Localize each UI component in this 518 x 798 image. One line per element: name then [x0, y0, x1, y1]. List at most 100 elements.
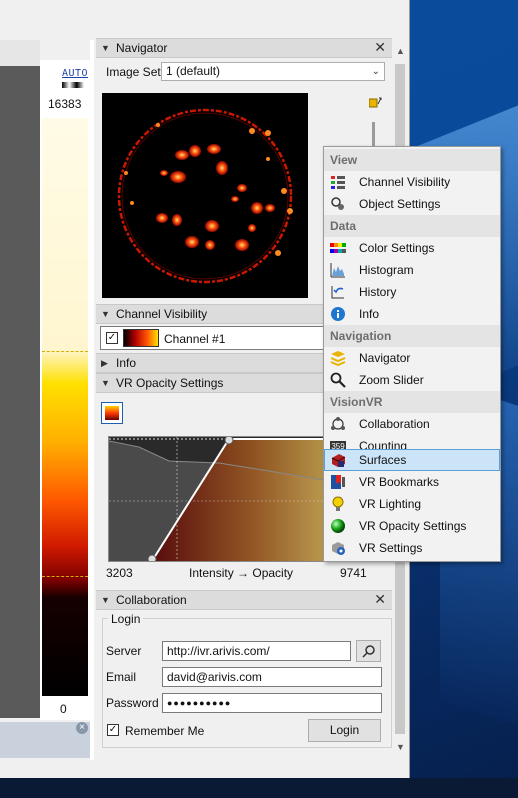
lut-lower-marker[interactable]: [42, 576, 88, 577]
expand-icon[interactable]: ▶: [101, 354, 108, 372]
menu-item-label: Histogram: [359, 263, 414, 277]
menu-item-surfaces[interactable]: Surfaces: [324, 449, 500, 471]
vr-settings-icon: [332, 542, 345, 555]
server-search-button[interactable]: [356, 640, 381, 662]
collaboration-panel-header[interactable]: ▼ Collaboration ✕: [96, 590, 392, 610]
channel-checkbox[interactable]: ✓: [106, 332, 118, 344]
search-icon: [361, 645, 375, 658]
lighting-icon: [332, 496, 344, 511]
panel-title: Info: [116, 356, 137, 370]
email-input[interactable]: david@arivis.com: [162, 667, 382, 687]
server-input[interactable]: http://ivr.arivis.com/: [162, 641, 351, 661]
navigator-panel-header[interactable]: ▼ Navigator ✕: [96, 38, 392, 58]
image-viewport[interactable]: [0, 66, 40, 718]
opacity-axis-label: Intensity → Opacity: [189, 566, 294, 580]
history-icon: [331, 286, 344, 299]
lut-color-bar[interactable]: [42, 118, 88, 696]
info-icon: [331, 307, 345, 321]
collaboration-icon: [331, 417, 345, 430]
collapse-icon[interactable]: ▼: [101, 591, 110, 609]
channel-color-gradient: [123, 329, 159, 347]
viewer-toolbar: [0, 40, 40, 66]
menu-item-navigator[interactable]: Navigator: [324, 347, 500, 369]
lut-gradient-icon: [105, 406, 119, 420]
password-label: Password: [106, 696, 159, 710]
scroll-down-icon[interactable]: ▼: [396, 742, 405, 752]
scroll-up-icon[interactable]: ▲: [396, 46, 405, 56]
close-icon[interactable]: ✕: [374, 590, 386, 608]
menu-item-color-settings[interactable]: Color Settings: [324, 237, 500, 259]
opacity-min-value: 3203: [106, 566, 133, 580]
lut-max-value: 16383: [48, 97, 82, 111]
surfaces-icon: [331, 454, 346, 467]
menu-section-header: Navigation: [324, 325, 500, 347]
menu-item-label: Object Settings: [359, 197, 441, 211]
sync-view-icon[interactable]: [368, 96, 383, 108]
bookmarks-icon: [331, 475, 345, 489]
server-label: Server: [106, 644, 142, 658]
email-label: Email: [106, 670, 137, 684]
menu-item-object-settings[interactable]: Object Settings: [324, 193, 500, 215]
menu-item-label: Channel Visibility: [359, 175, 451, 189]
panel-title: Navigator: [116, 41, 168, 55]
menu-item-vr-bookmarks[interactable]: VR Bookmarks: [324, 471, 500, 493]
histogram-icon: [330, 263, 345, 278]
taskbar: [0, 778, 518, 798]
menu-section-header: Data: [324, 215, 500, 237]
login-button[interactable]: Login: [308, 719, 381, 742]
login-group-label: Login: [108, 612, 144, 626]
menu-item-info[interactable]: Info: [324, 303, 500, 325]
collapse-icon[interactable]: ▼: [101, 39, 110, 57]
lut-upper-marker[interactable]: [42, 351, 88, 352]
image-set-dropdown[interactable]: 1 (default) ⌄: [161, 62, 385, 81]
menu-item-zoom-slider[interactable]: Zoom Slider: [324, 369, 500, 391]
navigator-thumbnail[interactable]: [102, 93, 308, 298]
menu-item-vr-settings[interactable]: VR Settings: [324, 537, 500, 559]
menu-item-label: VR Bookmarks: [359, 475, 440, 489]
channel-name: Channel #1: [164, 332, 226, 346]
auto-gradient-icon: [62, 82, 84, 88]
menu-item-histogram[interactable]: Histogram: [324, 259, 500, 281]
panel-title: Collaboration: [116, 593, 187, 607]
panel-title: VR Opacity Settings: [116, 376, 224, 390]
menu-item-label: Info: [359, 307, 380, 321]
object-settings-icon: [331, 197, 344, 210]
remember-me-label: Remember Me: [125, 724, 205, 738]
menu-item-label: Surfaces: [359, 453, 407, 467]
image-set-value: 1 (default): [166, 64, 221, 78]
menu-item-channel-visibility[interactable]: Channel Visibility: [324, 171, 500, 193]
navigator-icon: [330, 351, 346, 366]
splitter[interactable]: [90, 40, 94, 760]
panel-title: Channel Visibility: [116, 307, 208, 321]
menu-item-collaboration[interactable]: Collaboration: [324, 413, 500, 435]
auto-contrast-button[interactable]: AUTO: [62, 68, 88, 79]
remember-me-checkbox[interactable]: ✓: [107, 724, 119, 736]
cell-image: [117, 108, 293, 284]
menu-section-header: VisionVR: [324, 391, 500, 413]
opacity-max-value: 9741: [340, 566, 367, 580]
menu-item-vr-opacity-settings[interactable]: VR Opacity Settings: [324, 515, 500, 537]
menu-item-label: Collaboration: [359, 417, 430, 431]
close-icon[interactable]: ✕: [374, 38, 386, 56]
lut-min-value: 0: [60, 702, 67, 716]
menu-item-vr-lighting[interactable]: VR Lighting: [324, 493, 500, 515]
menu-item-label: Zoom Slider: [359, 373, 424, 387]
channel-visibility-icon: [331, 176, 345, 189]
opacity-icon: [331, 519, 345, 533]
menu-item-label: VR Settings: [359, 541, 423, 555]
menu-item-label: Navigator: [359, 351, 411, 365]
collapse-icon[interactable]: ▼: [101, 374, 110, 392]
image-set-label: Image Set:: [106, 65, 165, 79]
menu-item-label: History: [359, 285, 397, 299]
menu-item-label: VR Lighting: [359, 497, 422, 511]
chevron-down-icon: ⌄: [371, 66, 380, 77]
panels-context-menu: View Channel Visibility Object Settings …: [323, 146, 501, 562]
password-input[interactable]: ●●●●●●●●●●: [162, 693, 382, 713]
close-icon[interactable]: ×: [76, 722, 88, 734]
menu-item-history[interactable]: History: [324, 281, 500, 303]
zoom-icon: [330, 372, 346, 388]
opacity-lut-button[interactable]: [101, 402, 123, 424]
menu-item-label: VR Opacity Settings: [359, 519, 467, 533]
color-settings-icon: [330, 243, 346, 253]
collapse-icon[interactable]: ▼: [101, 305, 110, 323]
